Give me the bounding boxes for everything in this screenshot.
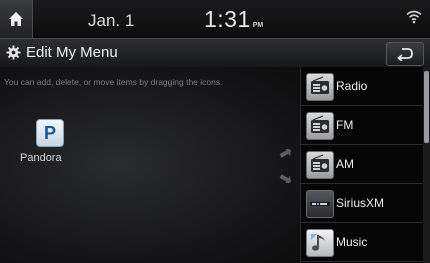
status-bar: Jan. 1 1:31 PM [0, 0, 430, 38]
menu-list: Radio FM AM SiriusXM Music [300, 67, 423, 263]
date-display: Jan. 1 [88, 11, 135, 30]
scrollbar-thumb[interactable] [424, 71, 429, 143]
back-button[interactable] [386, 42, 424, 66]
ampm-indicator: PM [252, 22, 264, 29]
pandora-label: Pandora [20, 152, 62, 164]
siriusxm-icon [306, 190, 334, 218]
menu-item-label: AM [336, 157, 354, 171]
menu-item-label: Music [336, 235, 368, 249]
radio-icon [306, 151, 334, 179]
title-bar: Edit My Menu [0, 38, 430, 68]
drag-arrows-icon [279, 149, 291, 183]
wifi-icon [406, 10, 422, 24]
radio-icon [306, 112, 334, 140]
menu-item-label: SiriusXM [336, 196, 385, 210]
page-title: Edit My Menu [26, 44, 118, 61]
back-arrow-icon [397, 48, 413, 61]
scrollbar[interactable] [423, 67, 430, 263]
home-icon [9, 12, 23, 26]
pandora-icon: P [36, 119, 64, 147]
menu-item-label: FM [336, 118, 354, 132]
menu-item-siriusxm[interactable]: SiriusXM [301, 184, 423, 223]
instruction-text: You can add, delete, or move items by dr… [4, 77, 223, 87]
time-display: 1:31 [204, 6, 251, 32]
menu-item-label: Radio [336, 79, 368, 93]
clock: 1:31 PM [204, 6, 263, 33]
radio-icon [306, 73, 334, 101]
music-icon [306, 229, 334, 257]
edit-workspace[interactable]: You can add, delete, or move items by dr… [0, 67, 300, 263]
menu-item-am[interactable]: AM [301, 145, 423, 184]
gear-icon [6, 45, 21, 60]
menu-item-fm[interactable]: FM [301, 106, 423, 145]
home-button[interactable] [0, 0, 33, 38]
menu-item-music[interactable]: Music [301, 223, 423, 262]
menu-item-radio[interactable]: Radio [301, 67, 423, 106]
